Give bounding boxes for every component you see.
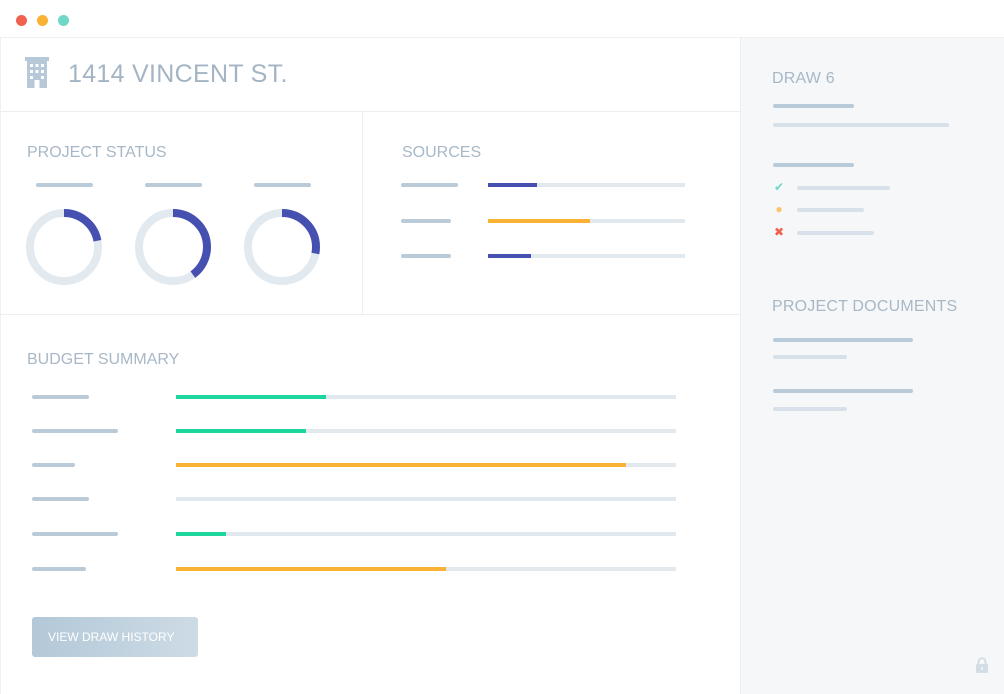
sources-title: SOURCES <box>402 144 482 161</box>
budget-bar <box>176 395 676 399</box>
checklist-heading-line <box>773 163 854 167</box>
divider <box>362 112 363 314</box>
budget-bar <box>176 497 676 501</box>
budget-row-label <box>32 532 118 536</box>
title-bar <box>0 0 1004 38</box>
checklist-item-line <box>797 208 864 212</box>
project-documents-title: PROJECT DOCUMENTS <box>772 298 958 315</box>
x-icon: ✖ <box>773 225 785 239</box>
budget-bar-fill <box>176 567 446 571</box>
budget-bar <box>176 463 676 467</box>
donut-label <box>36 183 93 187</box>
checklist-item-line <box>797 231 874 235</box>
checklist-item-line <box>797 186 890 190</box>
source-bar-fill <box>488 219 591 223</box>
budget-bar <box>176 567 676 571</box>
source-label <box>401 219 451 223</box>
donut-label <box>254 183 311 187</box>
budget-row-label <box>32 395 89 399</box>
lock-icon <box>976 657 988 673</box>
source-label <box>401 183 458 187</box>
source-bar-fill <box>488 183 538 187</box>
source-bar <box>488 183 685 187</box>
budget-bar-fill <box>176 395 326 399</box>
right-sidebar <box>740 38 1004 694</box>
draw-title: DRAW 6 <box>772 70 835 87</box>
check-icon: ✔ <box>773 180 785 194</box>
close-window-button[interactable] <box>16 15 27 26</box>
budget-row-label <box>32 429 118 433</box>
budget-row-label <box>32 463 75 467</box>
budget-bar <box>176 532 676 536</box>
document-meta-line <box>773 407 847 411</box>
source-bar <box>488 254 685 258</box>
divider <box>1 314 741 315</box>
budget-bar-fill <box>176 429 306 433</box>
view-draw-history-button[interactable]: VIEW DRAW HISTORY <box>32 617 198 657</box>
donut-label <box>145 183 202 187</box>
circle-icon: ● <box>775 202 783 216</box>
status-donut-chart <box>26 209 102 285</box>
minimize-window-button[interactable] <box>37 15 48 26</box>
maximize-window-button[interactable] <box>58 15 69 26</box>
property-address: 1414 VINCENT ST. <box>68 60 288 88</box>
budget-summary-title: BUDGET SUMMARY <box>27 351 180 368</box>
budget-row-label <box>32 567 86 571</box>
source-bar <box>488 219 685 223</box>
budget-bar-fill <box>176 463 626 467</box>
status-donut-chart <box>244 209 320 285</box>
budget-bar-fill <box>176 532 226 536</box>
project-status-title: PROJECT STATUS <box>27 144 167 161</box>
budget-bar <box>176 429 676 433</box>
draw-detail-line <box>773 104 854 108</box>
source-bar-fill <box>488 254 532 258</box>
budget-row-label <box>32 497 89 501</box>
source-label <box>401 254 451 258</box>
document-link[interactable] <box>773 389 913 393</box>
app-window: 1414 VINCENT ST. PROJECT STATUS SOURCES … <box>0 0 1004 694</box>
document-link[interactable] <box>773 338 913 342</box>
building-icon <box>25 57 49 88</box>
divider <box>1 111 741 112</box>
draw-detail-line <box>773 123 949 127</box>
document-meta-line <box>773 355 847 359</box>
status-donut-chart <box>135 209 211 285</box>
